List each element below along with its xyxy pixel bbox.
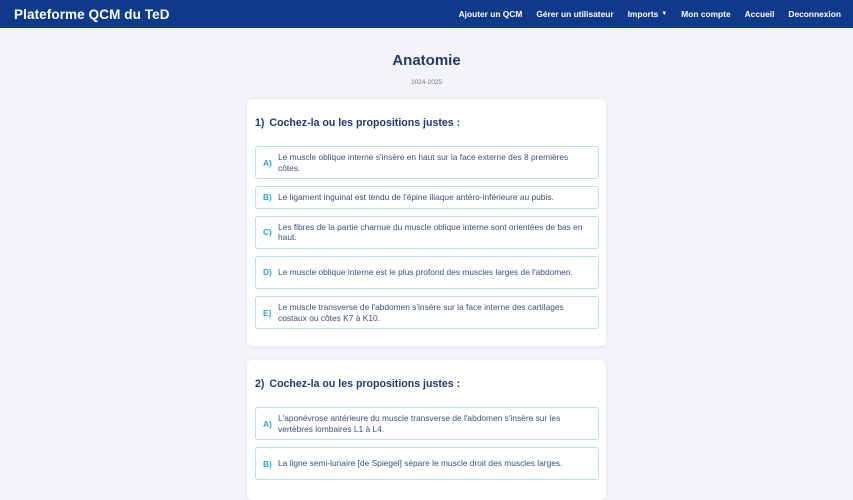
option-d[interactable]: D) Le muscle oblique interne est le plus… bbox=[255, 255, 599, 289]
nav-menu: Ajouter un QCM Gérer un utilisateur Impo… bbox=[445, 9, 841, 19]
question-card: 2) Cochez-la ou les propositions justes :… bbox=[247, 360, 606, 500]
question-prompt: Cochez-la ou les propositions justes : bbox=[269, 117, 461, 129]
nav-logout[interactable]: Deconnexion bbox=[788, 9, 841, 19]
page-title: Anatomie bbox=[392, 52, 461, 69]
option-letter: B) bbox=[263, 458, 272, 469]
option-text: Le ligament inguinal est tendu de l'épin… bbox=[278, 192, 554, 203]
option-letter: A) bbox=[263, 157, 272, 168]
question-heading: 2) Cochez-la ou les propositions justes : bbox=[255, 378, 599, 390]
option-text: Le muscle oblique interne est le plus pr… bbox=[278, 267, 573, 278]
option-a[interactable]: A) Le muscle oblique interne s'insère en… bbox=[255, 146, 599, 180]
nav-my-account[interactable]: Mon compte bbox=[681, 9, 730, 19]
option-text: Les fibres de la partie charnue du muscl… bbox=[278, 221, 583, 243]
main-content: Anatomie 2024-2025 1) Cochez-la ou les pr… bbox=[0, 52, 853, 500]
option-b[interactable]: B) La ligne semi-lunaire [de Spiegel] sé… bbox=[255, 447, 599, 481]
nav-add-qcm[interactable]: Ajouter un QCM bbox=[459, 9, 523, 19]
nav-imports-label: Imports bbox=[627, 9, 659, 19]
option-letter: B) bbox=[263, 192, 272, 203]
option-c[interactable]: C) Les fibres de la partie charnue du mu… bbox=[255, 215, 599, 249]
option-letter: E) bbox=[263, 307, 272, 318]
option-text: L'aponévrose antérieure du muscle transv… bbox=[278, 413, 561, 434]
question-heading: 1) Cochez-la ou les propositions justes : bbox=[255, 117, 599, 129]
option-b[interactable]: B) Le ligament inguinal est tendu de l'é… bbox=[255, 186, 599, 209]
top-navbar: Plateforme QCM du TeD Ajouter un QCM Gér… bbox=[0, 0, 853, 28]
option-a[interactable]: A) L'aponévrose antérieure du muscle tra… bbox=[255, 407, 599, 441]
option-letter: D) bbox=[263, 267, 272, 278]
nav-manage-user[interactable]: Gérer un utilisateur bbox=[536, 9, 613, 19]
option-text: Le muscle oblique interne s'insère en ha… bbox=[278, 152, 569, 173]
option-e[interactable]: E) Le muscle transverse de l'abdomen s'i… bbox=[255, 295, 599, 330]
brand-title[interactable]: Plateforme QCM du TeD bbox=[14, 7, 445, 22]
option-letter: C) bbox=[263, 227, 272, 238]
option-letter: A) bbox=[263, 418, 272, 429]
question-prompt: Cochez-la ou les propositions justes : bbox=[269, 378, 461, 390]
academic-year: 2024-2025 bbox=[410, 79, 443, 86]
question-number: 2) bbox=[255, 378, 265, 390]
caret-down-icon: ▼ bbox=[661, 11, 668, 17]
option-text: Le muscle transverse de l'abdomen s'insè… bbox=[278, 301, 564, 323]
option-text: La ligne semi-lunaire [de Spiegel] sépar… bbox=[278, 458, 563, 469]
nav-home[interactable]: Accueil bbox=[745, 9, 775, 19]
question-number: 1) bbox=[255, 117, 265, 129]
nav-imports-dropdown[interactable]: Imports ▼ bbox=[628, 9, 668, 19]
question-card: 1) Cochez-la ou les propositions justes :… bbox=[247, 99, 606, 346]
